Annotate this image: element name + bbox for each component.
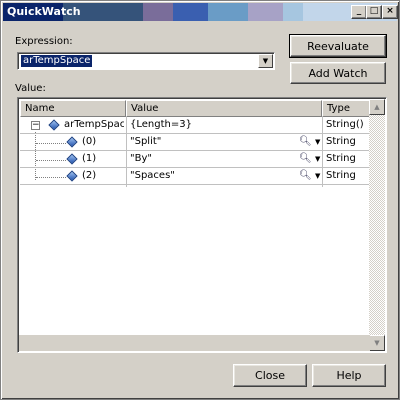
help-button[interactable]: Help xyxy=(312,364,386,387)
visualizer-dropdown-icon[interactable]: ▼ xyxy=(315,155,320,163)
scroll-down-icon[interactable]: ▼ xyxy=(369,335,385,351)
column-header-type[interactable]: Type xyxy=(322,100,370,117)
value-label: Value: xyxy=(15,83,46,94)
variable-gem-icon xyxy=(66,153,78,165)
row-name[interactable]: (0) xyxy=(82,134,126,151)
reevaluate-button[interactable]: Reevaluate xyxy=(289,34,387,58)
minimize-button[interactable]: _ xyxy=(351,5,367,19)
visualizer-dropdown-icon[interactable]: ▼ xyxy=(315,172,320,180)
magnifier-icon[interactable]: 🔍︎ xyxy=(299,136,312,147)
value-grid[interactable]: Name Value Type − arTempSpac {Length=3} … xyxy=(17,97,387,353)
table-row[interactable]: − arTempSpac {Length=3} String() xyxy=(20,117,370,134)
add-watch-button[interactable]: Add Watch xyxy=(290,62,386,84)
window-title: QuickWatch xyxy=(7,5,81,18)
expression-input-value[interactable]: arTempSpace xyxy=(21,55,93,67)
visualizer-dropdown-icon[interactable]: ▼ xyxy=(315,138,320,146)
magnifier-icon[interactable]: 🔍︎ xyxy=(299,170,312,181)
row-value[interactable]: {Length=3} xyxy=(130,117,310,134)
row-name[interactable]: arTempSpac xyxy=(64,117,124,134)
scroll-up-icon[interactable]: ▲ xyxy=(369,99,385,115)
row-type: String() xyxy=(326,119,364,130)
magnifier-icon[interactable]: 🔍︎ xyxy=(299,153,312,164)
close-window-button[interactable]: × xyxy=(382,5,398,19)
column-header-name[interactable]: Name xyxy=(20,100,126,117)
table-row[interactable]: (2) "Spaces" 🔍︎ ▼ String xyxy=(20,168,370,185)
variable-gem-icon xyxy=(66,170,78,182)
column-header-value[interactable]: Value xyxy=(126,100,322,117)
close-button[interactable]: Close xyxy=(233,364,307,387)
reevaluate-button-label: Reevaluate xyxy=(307,39,369,53)
add-watch-button-label: Add Watch xyxy=(308,66,368,80)
quickwatch-window: QuickWatch _ □ × Expression: arTempSpace… xyxy=(0,0,400,400)
maximize-button[interactable]: □ xyxy=(366,5,382,19)
row-value[interactable]: "Spaces" xyxy=(130,168,290,185)
row-type: String xyxy=(326,136,356,147)
help-button-label: Help xyxy=(336,369,362,382)
table-row[interactable]: (0) "Split" 🔍︎ ▼ String xyxy=(20,134,370,151)
row-value[interactable]: "By" xyxy=(130,151,290,168)
variable-gem-icon xyxy=(48,119,60,131)
title-bar[interactable]: QuickWatch _ □ × xyxy=(3,3,398,21)
row-type: String xyxy=(326,170,356,181)
variable-gem-icon xyxy=(66,136,78,148)
expression-label: Expression: xyxy=(15,36,73,47)
table-row[interactable]: (1) "By" 🔍︎ ▼ String xyxy=(20,151,370,168)
row-name[interactable]: (1) xyxy=(82,151,126,168)
row-name[interactable]: (2) xyxy=(82,168,126,185)
horizontal-scrollbar-area xyxy=(19,335,370,351)
vertical-scrollbar[interactable]: ▲ ▼ xyxy=(369,99,385,351)
combo-dropdown-arrow-icon[interactable]: ▼ xyxy=(258,54,273,68)
expression-combobox[interactable]: arTempSpace ▼ xyxy=(17,52,275,70)
collapse-toggle-icon[interactable]: − xyxy=(31,121,40,130)
close-button-label: Close xyxy=(255,369,285,382)
row-type: String xyxy=(326,153,356,164)
row-value[interactable]: "Split" xyxy=(130,134,290,151)
